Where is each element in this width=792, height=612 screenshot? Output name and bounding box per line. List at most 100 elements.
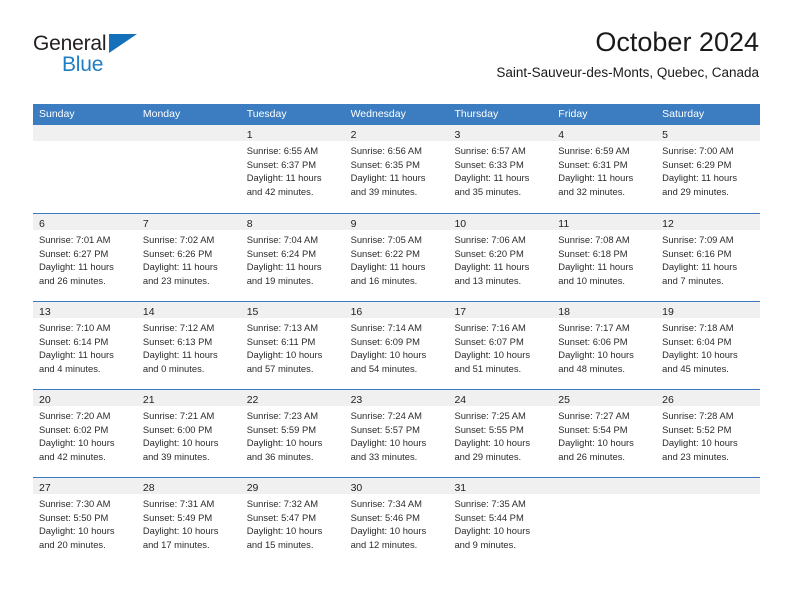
day-number: 29: [246, 482, 259, 494]
calendar-day-cell[interactable]: 20 Sunrise: 7:20 AM Sunset: 6:02 PM Dayligh…: [33, 390, 137, 477]
day-detail-line: and 15 minutes.: [246, 538, 314, 550]
calendar-day-cell[interactable]: 31 Sunrise: 7:35 AM Sunset: 5:44 PM Dayligh…: [448, 478, 553, 565]
day-detail-line: Sunrise: 7:01 AM: [39, 234, 111, 245]
day-detail-line: Sunset: 5:44 PM: [454, 511, 524, 523]
calendar-day-cell[interactable]: 26 Sunrise: 7:28 AM Sunset: 5:52 PM Dayligh…: [656, 390, 761, 477]
calendar-day-cell[interactable]: 3 Sunrise: 6:57 AM Sunset: 6:33 PM Daylight…: [448, 125, 553, 213]
day-details: Sunrise: 7:30 AM Sunset: 5:50 PM Daylight:…: [33, 494, 137, 551]
calendar-week-row: 1 Sunrise: 6:55 AM Sunset: 6:37 PM Daylight…: [33, 125, 761, 213]
calendar-day-cell[interactable]: 8 Sunrise: 7:04 AM Sunset: 6:24 PM Daylight…: [240, 214, 345, 301]
day-details: Sunrise: 7:28 AM Sunset: 5:52 PM Daylight:…: [656, 406, 760, 463]
day-detail-line: Daylight: 10 hours: [39, 525, 115, 537]
day-detail-line: and 0 minutes.: [142, 362, 205, 374]
day-details: Sunrise: 7:01 AM Sunset: 6:27 PM Daylight:…: [33, 230, 137, 287]
day-detail-line: Sunrise: 6:55 AM: [246, 145, 319, 156]
calendar-day-cell[interactable]: 29 Sunrise: 7:32 AM Sunset: 5:47 PM Dayligh…: [240, 478, 345, 565]
day-number: 4: [558, 129, 565, 141]
weekday-thursday: Thursday: [454, 108, 499, 120]
day-details: Sunrise: 7:08 AM Sunset: 6:18 PM Daylight:…: [552, 230, 656, 287]
day-detail-line: Sunset: 6:20 PM: [454, 247, 524, 259]
day-detail-line: Sunrise: 7:35 AM: [454, 498, 526, 509]
day-number-band: 28: [136, 478, 241, 494]
day-detail-line: Daylight: 11 hours: [142, 261, 218, 273]
calendar-day-cell[interactable]: 10 Sunrise: 7:06 AM Sunset: 6:20 PM Dayligh…: [448, 214, 553, 301]
day-detail-line: and 12 minutes.: [350, 538, 418, 550]
day-details: Sunrise: 6:57 AM Sunset: 6:33 PM Daylight:…: [448, 141, 552, 198]
calendar-day-cell[interactable]: 28 Sunrise: 7:31 AM Sunset: 5:49 PM Dayligh…: [136, 478, 241, 565]
day-number: 6: [39, 218, 45, 230]
calendar-day-cell[interactable]: 4 Sunrise: 6:59 AM Sunset: 6:31 PM Daylight…: [552, 125, 657, 213]
day-number-band: [136, 125, 241, 141]
day-detail-line: Sunrise: 7:16 AM: [454, 322, 526, 333]
calendar-day-cell[interactable]: 7 Sunrise: 7:02 AM Sunset: 6:26 PM Daylight…: [136, 214, 241, 301]
day-details: Sunrise: 7:27 AM Sunset: 5:54 PM Daylight:…: [552, 406, 656, 463]
calendar-day-cell[interactable]: 16 Sunrise: 7:14 AM Sunset: 6:09 PM Dayligh…: [344, 302, 449, 389]
day-detail-line: and 54 minutes.: [350, 362, 418, 374]
day-details: Sunrise: 7:06 AM Sunset: 6:20 PM Daylight:…: [448, 230, 552, 287]
day-number-band: 2: [344, 125, 449, 141]
day-detail-line: Sunset: 5:57 PM: [350, 423, 420, 435]
calendar-day-cell[interactable]: 18 Sunrise: 7:17 AM Sunset: 6:06 PM Dayligh…: [552, 302, 657, 389]
calendar-day-cell[interactable]: 22 Sunrise: 7:23 AM Sunset: 5:59 PM Dayligh…: [240, 390, 345, 477]
calendar-day-cell[interactable]: 1 Sunrise: 6:55 AM Sunset: 6:37 PM Daylight…: [240, 125, 345, 213]
weekday-sunday: Sunday: [39, 108, 75, 120]
day-detail-line: and 29 minutes.: [662, 185, 729, 197]
day-detail-line: and 23 minutes.: [142, 274, 210, 286]
day-detail-line: Sunset: 6:29 PM: [662, 158, 732, 170]
calendar-day-cell[interactable]: 21 Sunrise: 7:21 AM Sunset: 6:00 PM Dayligh…: [136, 390, 241, 477]
day-number: 5: [662, 129, 668, 141]
day-detail-line: Sunrise: 7:28 AM: [662, 410, 734, 421]
day-number: 31: [454, 482, 467, 494]
calendar-day-cell[interactable]: 15 Sunrise: 7:13 AM Sunset: 6:11 PM Dayligh…: [240, 302, 345, 389]
calendar-day-cell[interactable]: 6 Sunrise: 7:01 AM Sunset: 6:27 PM Daylight…: [33, 214, 137, 301]
calendar-day-cell[interactable]: 5 Sunrise: 7:00 AM Sunset: 6:29 PM Daylight…: [656, 125, 761, 213]
day-number-band: 19: [656, 302, 761, 318]
calendar-day-cell[interactable]: 2 Sunrise: 6:56 AM Sunset: 6:35 PM Daylight…: [344, 125, 449, 213]
day-detail-line: and 45 minutes.: [662, 362, 729, 374]
day-number: 12: [662, 218, 674, 230]
calendar-day-cell[interactable]: 17 Sunrise: 7:16 AM Sunset: 6:07 PM Dayligh…: [448, 302, 553, 389]
day-number-band: 11: [552, 214, 657, 230]
calendar-day-cell[interactable]: 9 Sunrise: 7:05 AM Sunset: 6:22 PM Daylight…: [344, 214, 449, 301]
calendar-day-cell[interactable]: 11 Sunrise: 7:08 AM Sunset: 6:18 PM Dayligh…: [552, 214, 657, 301]
day-details: Sunrise: 7:04 AM Sunset: 6:24 PM Daylight:…: [241, 230, 345, 287]
day-number: 11: [558, 218, 570, 230]
day-detail-line: Sunset: 6:11 PM: [246, 335, 316, 347]
day-detail-line: and 23 minutes.: [662, 450, 729, 462]
day-detail-line: Sunrise: 7:18 AM: [662, 322, 734, 333]
day-detail-line: Daylight: 11 hours: [454, 172, 530, 184]
calendar-week-row: 20 Sunrise: 7:20 AM Sunset: 6:02 PM Dayligh…: [33, 389, 761, 477]
day-number-band: 21: [136, 390, 241, 406]
day-details: Sunrise: 7:12 AM Sunset: 6:13 PM Daylight:…: [137, 318, 241, 375]
calendar-day-cell[interactable]: 24 Sunrise: 7:25 AM Sunset: 5:55 PM Dayligh…: [448, 390, 553, 477]
day-detail-line: Daylight: 10 hours: [246, 349, 323, 361]
day-detail-line: Sunset: 6:37 PM: [246, 158, 317, 170]
calendar-day-cell[interactable]: 25 Sunrise: 7:27 AM Sunset: 5:54 PM Dayligh…: [552, 390, 657, 477]
day-number: 24: [454, 394, 467, 406]
calendar-day-cell[interactable]: 13 Sunrise: 7:10 AM Sunset: 6:14 PM Dayligh…: [33, 302, 137, 389]
calendar-weeks: 1 Sunrise: 6:55 AM Sunset: 6:37 PM Daylight…: [33, 125, 761, 565]
day-detail-line: Daylight: 11 hours: [39, 261, 114, 273]
day-detail-line: Sunset: 6:13 PM: [142, 335, 213, 347]
day-detail-line: Daylight: 11 hours: [662, 172, 738, 184]
day-number-band: 6: [33, 214, 137, 230]
calendar-day-cell[interactable]: 23 Sunrise: 7:24 AM Sunset: 5:57 PM Dayligh…: [344, 390, 449, 477]
weekday-monday: Monday: [142, 108, 181, 120]
day-number-band: 15: [240, 302, 345, 318]
day-details: Sunrise: 7:21 AM Sunset: 6:00 PM Daylight:…: [137, 406, 241, 463]
day-detail-line: Sunrise: 7:30 AM: [39, 498, 111, 509]
calendar-day-cell[interactable]: 19 Sunrise: 7:18 AM Sunset: 6:04 PM Dayligh…: [656, 302, 761, 389]
calendar-day-cell[interactable]: 14 Sunrise: 7:12 AM Sunset: 6:13 PM Dayligh…: [136, 302, 241, 389]
day-detail-line: Sunrise: 7:31 AM: [142, 498, 215, 509]
calendar-day-cell[interactable]: 30 Sunrise: 7:34 AM Sunset: 5:46 PM Dayligh…: [344, 478, 449, 565]
triangle-icon: [109, 34, 137, 53]
day-details: Sunrise: 7:09 AM Sunset: 6:16 PM Daylight:…: [656, 230, 760, 287]
day-details: Sunrise: 7:13 AM Sunset: 6:11 PM Daylight:…: [241, 318, 345, 375]
day-detail-line: Daylight: 10 hours: [454, 437, 531, 449]
calendar-day-cell[interactable]: 27 Sunrise: 7:30 AM Sunset: 5:50 PM Dayligh…: [33, 478, 137, 565]
day-number-band: 29: [240, 478, 345, 494]
calendar-day-cell[interactable]: 12 Sunrise: 7:09 AM Sunset: 6:16 PM Dayligh…: [656, 214, 761, 301]
day-detail-line: Daylight: 10 hours: [142, 437, 219, 449]
page-header: General Blue October 2024 Saint-Sauveur-…: [33, 26, 759, 96]
day-detail-line: Sunset: 5:52 PM: [662, 423, 732, 435]
